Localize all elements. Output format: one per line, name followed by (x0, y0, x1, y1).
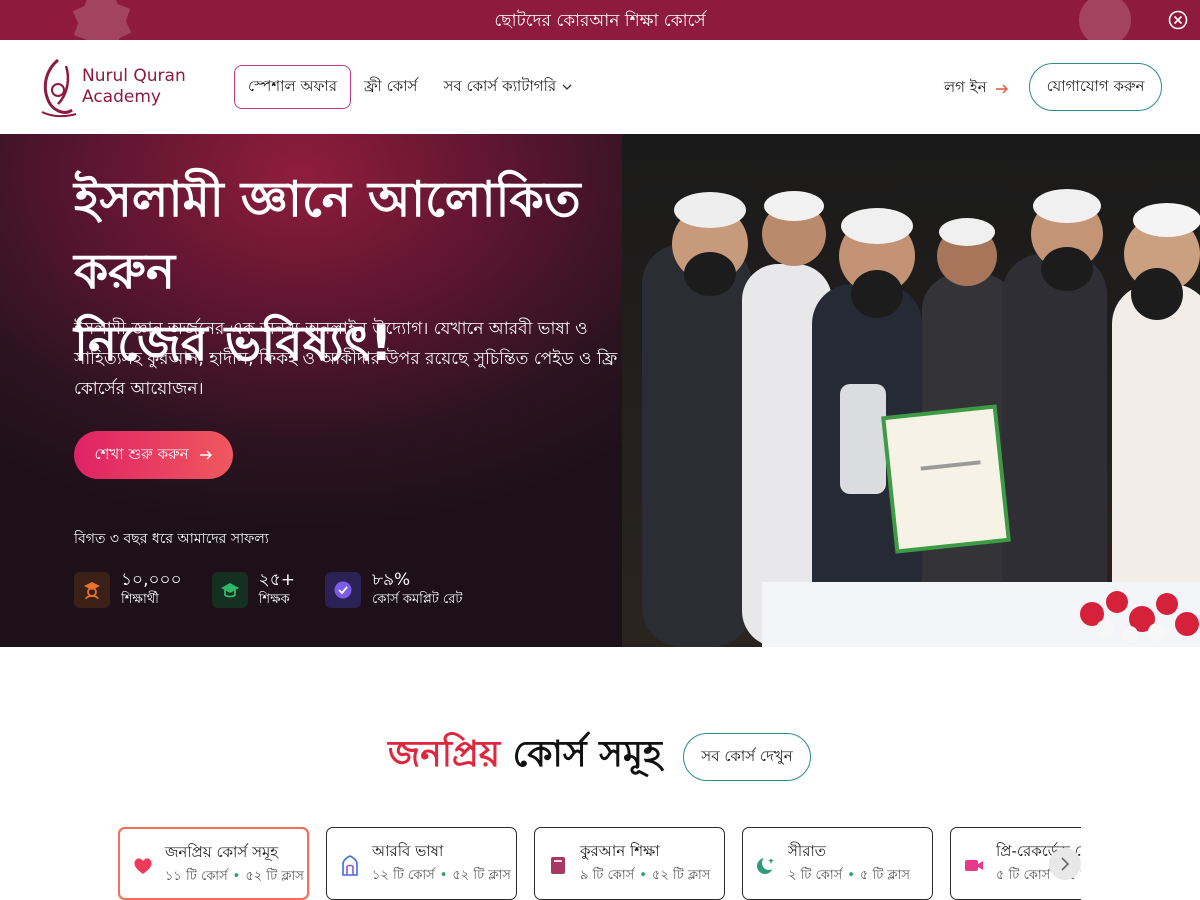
meta-dot: • (847, 868, 855, 883)
student-icon (74, 572, 110, 608)
stat-teachers: ২৫+ শিক্ষক (211, 570, 295, 610)
category-title: জনপ্রিয় কোর্স সমূহ (165, 843, 279, 861)
stat-students: ১০,০০০ শিক্ষার্থী (74, 570, 182, 610)
category-meta: ১১ টি কোর্স • ৫২ টি ক্লাস (165, 867, 304, 888)
stats-row: ১০,০০০ শিক্ষার্থী ২৫+ শিক্ষক ৮৯% কোর্স ক… (74, 570, 493, 610)
login-link[interactable]: লগ ইন (944, 76, 1009, 101)
meta-dot: • (439, 868, 448, 883)
category-card[interactable]: আরবি ভাষা ১২ টি কোর্স • ৫২ টি ক্লাস (326, 827, 517, 900)
category-course-count: ১২ টি কোর্স (372, 868, 435, 883)
section-title: জনপ্রিয় কোর্স সমূহ (388, 727, 662, 787)
award-ceremony-photo (622, 134, 1200, 647)
hero-section: ইসলামী জ্ঞানে আলোকিত করুন নিজের ভবিষ্যৎ!… (0, 134, 1200, 647)
heart-icon (134, 858, 152, 874)
start-learning-button[interactable]: শেখা শুরু করুন (74, 431, 233, 479)
category-card[interactable]: কুরআন শিক্ষা ৯ টি কোর্স • ৫২ টি ক্লাস (534, 827, 725, 900)
see-all-courses-button[interactable]: সব কোর্স দেখুন (683, 733, 811, 781)
category-meta: ৯ টি কোর্স • ৫২ টি ক্লাস (580, 866, 710, 887)
logo-line-2: Academy (82, 87, 161, 107)
section-title-highlight: জনপ্রিয় (388, 734, 501, 775)
category-title: কুরআন শিক্ষা (580, 842, 660, 860)
hero-description: ইসলামী জ্ঞান অর্জনের এক অনন্য অনলাইন উদ্… (74, 319, 618, 399)
section-title-rest: কোর্স সমূহ (512, 734, 662, 775)
arrow-right-icon (199, 450, 212, 460)
stat-completion-value: ৮৯% (372, 570, 411, 590)
nav-free-course[interactable]: ফ্রী কোর্স (351, 65, 430, 109)
site-logo[interactable]: Nurul Quran Academy (36, 56, 206, 120)
chevron-down-icon (562, 84, 572, 90)
stat-students-value: ১০,০০০ (121, 570, 182, 590)
main-nav: স্পেশাল অফার ফ্রী কোর্স সব কোর্স ক্যাটাগ… (234, 65, 585, 109)
book-icon (551, 857, 565, 874)
verified-badge-icon (325, 572, 361, 608)
category-class-count: ৫২ টি ক্লাস (452, 868, 511, 883)
site-header: Nurul Quran Academy স্পেশাল অফার ফ্রী কো… (0, 40, 1200, 134)
category-carousel: জনপ্রিয় কোর্স সমূহ ১১ টি কোর্স • ৫২ টি ক্… (118, 827, 1081, 900)
category-course-count: ২ টি কোর্স (788, 868, 843, 883)
success-label: বিগত ৩ বছর ধরে আমাদের সাফল্য (74, 531, 269, 547)
stat-completion-label: কোর্স কমপ্লিট রেট (372, 592, 463, 607)
stat-completion: ৮৯% কোর্স কমপ্লিট রেট (325, 570, 463, 610)
nav-special-offer[interactable]: স্পেশাল অফার (234, 65, 352, 109)
category-class-count: ৫২ টি ক্লাস (651, 868, 711, 883)
category-meta: ২ টি কোর্স • ৫ টি ক্লাস (788, 866, 910, 887)
start-learning-label: শেখা শুরু করুন (94, 444, 189, 463)
logo-text: Nurul Quran Academy (82, 66, 186, 108)
announcement-text[interactable]: ছোটদের কোরআন শিক্ষা কোর্সে (0, 8, 1200, 36)
logo-line-1: Nurul Quran (82, 66, 186, 86)
category-course-count: ৯ টি কোর্স (580, 868, 635, 883)
video-camera-icon (965, 860, 983, 871)
category-title: আরবি ভাষা (372, 842, 444, 860)
nav-all-categories[interactable]: সব কোর্স ক্যাটাগরি (430, 65, 585, 109)
crescent-star-icon (757, 856, 776, 874)
meta-dot: • (639, 868, 647, 883)
stat-teachers-label: শিক্ষক (258, 592, 290, 607)
close-icon[interactable] (1168, 10, 1188, 30)
arrow-right-icon (995, 84, 1008, 93)
category-class-count: ৫ টি ক্লাস (859, 868, 910, 883)
meta-dot: • (232, 869, 241, 884)
nav-all-categories-label: সব কোর্স ক্যাটাগরি (443, 76, 557, 95)
stat-students-label: শিক্ষার্থী (121, 592, 159, 607)
carousel-next-button[interactable] (1049, 848, 1081, 880)
logo-calligraphy-icon (41, 58, 77, 118)
category-card[interactable]: জনপ্রিয় কোর্স সমূহ ১১ টি কোর্স • ৫২ টি ক্… (118, 827, 309, 900)
category-course-count: ১১ টি কোর্স (165, 869, 228, 884)
mosque-icon (342, 855, 358, 876)
category-course-count: ৫ টি কোর্স (996, 868, 1051, 883)
announcement-bar: ছোটদের কোরআন শিক্ষা কোর্সে (0, 0, 1200, 40)
hero-title-line-1: ইসলামী জ্ঞানে আলোকিত করুন (74, 171, 581, 300)
stat-teachers-value: ২৫+ (258, 570, 295, 590)
contact-button[interactable]: যোগাযোগ করুন (1029, 63, 1162, 111)
category-class-count: ৫২ টি ক্লাস (245, 869, 304, 884)
category-title: সীরাত (788, 842, 827, 860)
chevron-right-icon (1061, 857, 1070, 871)
category-cards: জনপ্রিয় কোর্স সমূহ ১১ টি কোর্স • ৫২ টি ক্… (118, 827, 1081, 900)
login-label: লগ ইন (944, 78, 987, 96)
category-card[interactable]: সীরাত ২ টি কোর্স • ৫ টি ক্লাস (742, 827, 933, 900)
graduation-cap-icon (211, 572, 248, 608)
category-meta: ১২ টি কোর্স • ৫২ টি ক্লাস (372, 866, 511, 887)
